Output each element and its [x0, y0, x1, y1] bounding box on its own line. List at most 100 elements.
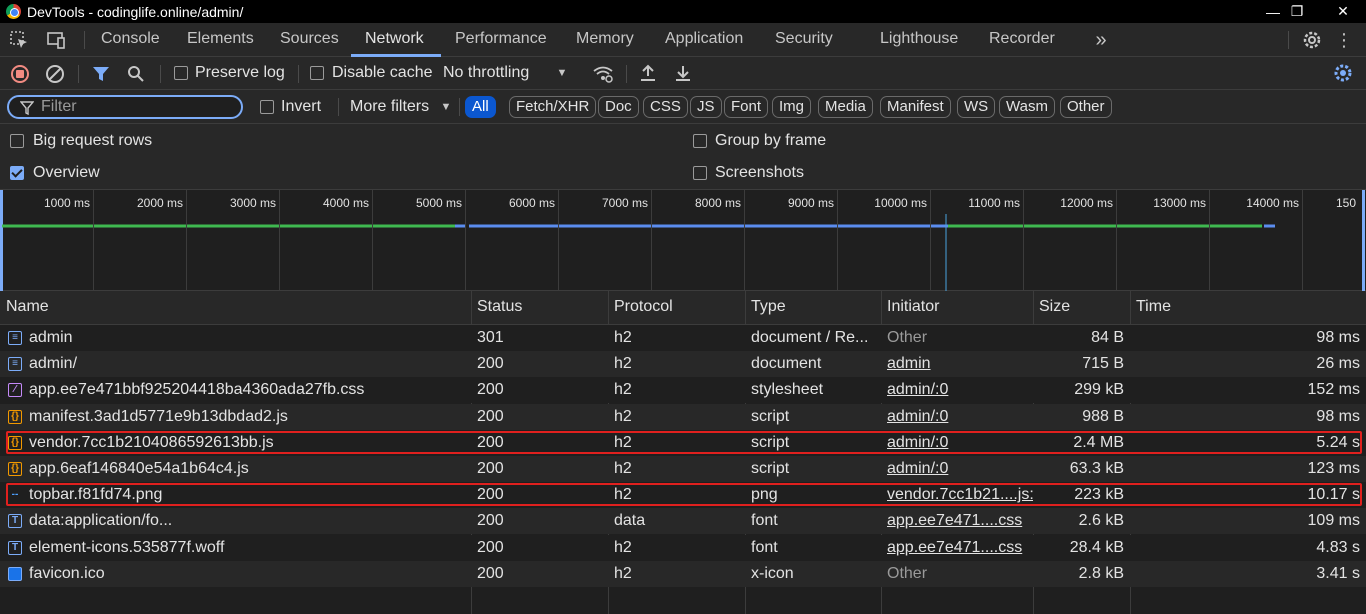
restore-icon[interactable]: ❐: [1274, 0, 1320, 23]
table-row[interactable]: ⁄ app.ee7e471bbf925204418ba4360ada27fb.cs…: [0, 377, 1366, 404]
column-header-time[interactable]: Time: [1130, 291, 1366, 325]
cell-initiator[interactable]: app.ee7e471....css: [881, 508, 1033, 534]
more-tabs-chevron-icon[interactable]: »: [1090, 29, 1112, 51]
cell-initiator[interactable]: admin/:0: [881, 430, 1033, 456]
chip-other[interactable]: Other: [1060, 96, 1112, 118]
chip-font[interactable]: Font: [724, 96, 769, 118]
column-header-size[interactable]: Size: [1033, 291, 1130, 325]
export-har-icon[interactable]: [673, 63, 693, 83]
tab-console[interactable]: Console: [101, 23, 160, 57]
chip-all[interactable]: All: [465, 96, 496, 118]
script-icon: {}: [8, 409, 22, 424]
cell-protocol: h2: [614, 564, 632, 582]
network-settings-gear-icon[interactable]: [1332, 62, 1354, 84]
chip-ws[interactable]: WS: [957, 96, 996, 118]
search-icon[interactable]: [126, 64, 146, 84]
tab-sources[interactable]: Sources: [280, 23, 339, 57]
import-har-icon[interactable]: [638, 63, 658, 83]
big-request-rows-checkbox[interactable]: [10, 134, 24, 148]
table-row[interactable]: Tdata:application/fo... 200 data font app.ee…: [0, 508, 1366, 535]
cell-name[interactable]: vendor.7cc1b2104086592613bb.js: [23, 430, 471, 456]
clear-icon[interactable]: [45, 64, 65, 84]
column-header-type[interactable]: Type: [745, 291, 881, 325]
cell-name[interactable]: app.6eaf146840e54a1b64c4.js: [23, 456, 471, 482]
tab-memory[interactable]: Memory: [576, 23, 634, 57]
close-icon[interactable]: ✕: [1320, 0, 1366, 23]
chip-fetch-xhr[interactable]: Fetch/XHR: [509, 96, 597, 118]
tab-network[interactable]: Network: [365, 23, 424, 57]
table-row[interactable]: {} app.6eaf146840e54a1b64c4.js 200 h2 script…: [0, 456, 1366, 482]
table-row[interactable]: -- topbar.f81fd74.png 200 h2 png vendor.7cc1b…: [0, 482, 1366, 509]
filter-funnel-icon[interactable]: [91, 64, 111, 84]
cell-name[interactable]: favicon.ico: [23, 561, 471, 587]
disable-cache-checkbox[interactable]: [310, 66, 324, 80]
cell-type: png: [751, 486, 778, 504]
device-toolbar-icon[interactable]: [44, 29, 68, 51]
overview-checkbox[interactable]: [10, 166, 24, 180]
table-row[interactable]: {} vendor.7cc1b2104086592613bb.js 200 h2 scr…: [0, 429, 1366, 456]
column-header-status[interactable]: Status: [471, 291, 608, 325]
tab-security[interactable]: Security: [775, 23, 833, 57]
table-row[interactable]: Telement-icons.535877f.woff 200 h2 font app.…: [0, 534, 1366, 561]
more-filters-chevron-icon[interactable]: ▼: [440, 100, 452, 114]
table-row[interactable]: favicon.ico 200 h2 x-icon Other 2.8 kB 3.41 s: [0, 560, 1366, 587]
cell-size: 28.4 kB: [1069, 538, 1124, 556]
cell-name[interactable]: topbar.f81fd74.png: [23, 482, 471, 508]
table-row[interactable]: ≡ admin 301 h2 document / Re... Other 84 B 98 m…: [0, 325, 1366, 351]
throttling-dropdown-icon[interactable]: ▼: [555, 66, 569, 80]
chip-js[interactable]: JS: [690, 96, 722, 118]
column-header-protocol[interactable]: Protocol: [608, 291, 745, 325]
overview-tick-label: 2000 ms: [136, 196, 183, 210]
window-title: DevTools - codinglife.online/admin/: [27, 3, 244, 20]
network-conditions-icon[interactable]: [592, 64, 614, 84]
cell-initiator[interactable]: vendor.7cc1b21....js:s: [881, 482, 1033, 508]
cell-name[interactable]: element-icons.535877f.woff: [23, 535, 471, 561]
cell-name[interactable]: app.ee7e471bbf925204418ba4360ada27fb.css: [23, 377, 471, 403]
tab-lighthouse[interactable]: Lighthouse: [880, 23, 958, 57]
cell-initiator: Other: [887, 564, 928, 582]
network-overview-timeline[interactable]: 1000 ms 2000 ms 3000 ms 4000 ms 5000 ms 6000 …: [0, 190, 1366, 291]
inspect-element-icon[interactable]: [8, 29, 30, 51]
preserve-log-checkbox[interactable]: [174, 66, 188, 80]
group-by-frame-checkbox[interactable]: [693, 134, 707, 148]
tab-elements[interactable]: Elements: [187, 23, 254, 57]
tab-performance[interactable]: Performance: [455, 23, 547, 57]
cell-time: 10.17 s: [1307, 486, 1360, 504]
chip-wasm[interactable]: Wasm: [999, 96, 1055, 118]
cell-name[interactable]: admin: [23, 325, 471, 351]
chip-doc[interactable]: Doc: [598, 96, 639, 118]
overview-tick-label: 11000 ms: [968, 196, 1020, 210]
cell-initiator[interactable]: admin/:0: [881, 404, 1033, 430]
chip-media[interactable]: Media: [818, 96, 873, 118]
table-row[interactable]: {} manifest.3ad1d5771e9b13dbdad2.js 200 h2 s…: [0, 403, 1366, 430]
column-header-initiator[interactable]: Initiator: [881, 291, 1033, 325]
cell-initiator[interactable]: admin/:0: [881, 377, 1033, 403]
filter-input-funnel-icon: [20, 101, 34, 115]
filter-input[interactable]: Filter: [7, 95, 243, 119]
chip-css[interactable]: CSS: [643, 96, 688, 118]
chip-img[interactable]: Img: [772, 96, 812, 118]
cell-name[interactable]: manifest.3ad1d5771e9b13dbdad2.js: [23, 404, 471, 430]
table-row[interactable]: ≡ admin/200 h2 document admin 715 B 26 ms: [0, 351, 1366, 378]
cell-initiator[interactable]: admin: [881, 351, 1033, 377]
tab-application[interactable]: Application: [665, 23, 743, 57]
column-header-name[interactable]: Name: [0, 291, 471, 325]
screenshots-checkbox[interactable]: [693, 166, 707, 180]
stop-recording-icon[interactable]: [10, 64, 30, 84]
kebab-menu-icon[interactable]: ⋮: [1334, 28, 1354, 52]
cell-initiator[interactable]: app.ee7e471....css: [881, 535, 1033, 561]
invert-checkbox[interactable]: [260, 100, 274, 114]
more-filters-dropdown[interactable]: More filters: [350, 98, 429, 116]
cell-size: 299 kB: [1074, 381, 1124, 399]
tab-recorder[interactable]: Recorder: [989, 23, 1055, 57]
chip-manifest[interactable]: Manifest: [880, 96, 951, 118]
settings-gear-icon[interactable]: [1300, 28, 1324, 52]
cell-name[interactable]: data:application/fo...: [23, 508, 471, 534]
cell-name[interactable]: admin/: [23, 351, 471, 377]
throttling-select[interactable]: No throttling: [443, 64, 529, 82]
cell-protocol: h2: [614, 486, 632, 504]
big-request-rows-label: Big request rows: [33, 132, 153, 149]
table-header: Name Status Protocol Type Initiator Size Time: [0, 291, 1366, 325]
cell-status: 200: [477, 538, 504, 556]
cell-initiator[interactable]: admin/:0: [881, 456, 1033, 482]
